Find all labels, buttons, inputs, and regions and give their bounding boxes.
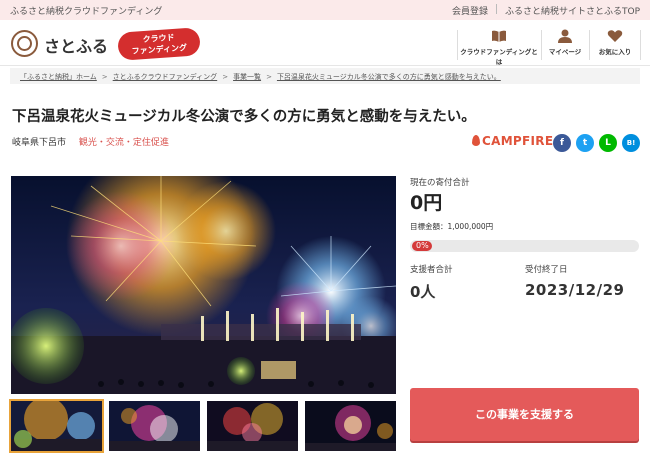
thumbnail-1[interactable] bbox=[9, 399, 104, 453]
funding-progress-bar: 0% bbox=[410, 240, 639, 252]
flame-icon bbox=[472, 135, 480, 146]
breadcrumb-crowdfunding[interactable]: さとふるクラウドファンディング bbox=[113, 73, 218, 81]
target-amount: 目標金額：1,000,000円 bbox=[410, 222, 494, 231]
nav-mypage[interactable]: マイページ bbox=[543, 26, 587, 62]
crowdfunding-badge: クラウド ファンディング bbox=[117, 27, 201, 61]
nav-about-crowdfunding[interactable]: クラウドファンディングとは bbox=[459, 26, 539, 66]
breadcrumb: 「ふるさと納税」ホーム > さとふるクラウドファンディング > 事業一覧 > 下呂温泉花火ミ… bbox=[10, 68, 640, 84]
nav-divider bbox=[457, 30, 458, 60]
breadcrumb-separator: > bbox=[266, 73, 272, 81]
thumbnail-2[interactable] bbox=[109, 401, 200, 451]
hatena-bookmark-icon[interactable]: B! bbox=[622, 134, 640, 152]
register-link[interactable]: 会員登録 bbox=[452, 4, 488, 17]
open-book-icon bbox=[492, 30, 506, 42]
breadcrumb-project-list[interactable]: 事業一覧 bbox=[233, 73, 261, 81]
fireworks-photo bbox=[11, 176, 396, 394]
top-link-divider bbox=[495, 4, 497, 14]
raised-amount: 0円 bbox=[410, 192, 443, 214]
line-share-icon[interactable]: L bbox=[599, 134, 617, 152]
satofull-logo-icon[interactable] bbox=[11, 30, 38, 57]
top-links: 会員登録 ふるさと納税サイトさとふるTOP bbox=[452, 4, 640, 17]
person-icon bbox=[558, 29, 572, 43]
project-location: 岐阜県下呂市 bbox=[12, 138, 67, 148]
top-bar: ふるさと納税クラウドファンディング 会員登録 ふるさと納税サイトさとふるTOP bbox=[0, 0, 650, 20]
nav-divider bbox=[640, 30, 641, 60]
thumbnail-4[interactable] bbox=[305, 401, 396, 451]
breadcrumb-separator: > bbox=[222, 73, 229, 81]
satofull-top-link[interactable]: ふるさと納税サイトさとふるTOP bbox=[505, 4, 640, 17]
breadcrumb-current[interactable]: 下呂温泉花火ミュージカル冬公演で多くの方に勇気と感動を与えたい。 bbox=[277, 73, 501, 81]
page-title: 下呂温泉花火ミュージカル冬公演で多くの方に勇気と感動を与えたい。 bbox=[12, 109, 476, 125]
project-category[interactable]: 観光・交流・定住促進 bbox=[79, 138, 169, 148]
campfire-logo[interactable]: CAMPFIRE bbox=[472, 134, 553, 148]
nav-favorites[interactable]: お気に入り bbox=[591, 26, 639, 62]
facebook-share-icon[interactable]: f bbox=[553, 134, 571, 152]
site-logo-text[interactable]: さとふる bbox=[44, 33, 108, 57]
campfire-label: CAMPFIRE bbox=[482, 134, 554, 148]
badge-line2: ファンディング bbox=[131, 43, 188, 56]
heart-icon bbox=[607, 30, 623, 42]
thumbnail-strip bbox=[9, 399, 396, 453]
project-meta: 岐阜県下呂市 観光・交流・定住促進 bbox=[12, 135, 169, 148]
thumbnail-3[interactable] bbox=[207, 401, 298, 451]
breadcrumb-home[interactable]: 「ふるさと納税」ホーム bbox=[20, 73, 97, 81]
breadcrumb-separator: > bbox=[101, 73, 108, 81]
nav-divider bbox=[589, 30, 590, 60]
nav-label: クラウドファンディングとは bbox=[460, 48, 538, 66]
raised-label: 現在の寄付合計 bbox=[410, 178, 470, 188]
nav-label: マイページ bbox=[548, 48, 582, 56]
site-tagline: ふるさと納税クラウドファンディング bbox=[10, 7, 163, 17]
project-main-image bbox=[11, 176, 396, 394]
twitter-share-icon[interactable]: t bbox=[576, 134, 594, 152]
supporters-label: 支援者合計 bbox=[410, 265, 453, 275]
deadline-label: 受付終了日 bbox=[525, 265, 568, 275]
nav-label: お気に入り bbox=[598, 48, 632, 56]
support-project-button[interactable]: この事業を支援する bbox=[410, 388, 639, 441]
supporters-count: 0人 bbox=[410, 283, 436, 301]
deadline-date: 2023/12/29 bbox=[525, 281, 625, 299]
nav-divider bbox=[541, 30, 542, 60]
progress-percent: 0% bbox=[412, 241, 432, 251]
